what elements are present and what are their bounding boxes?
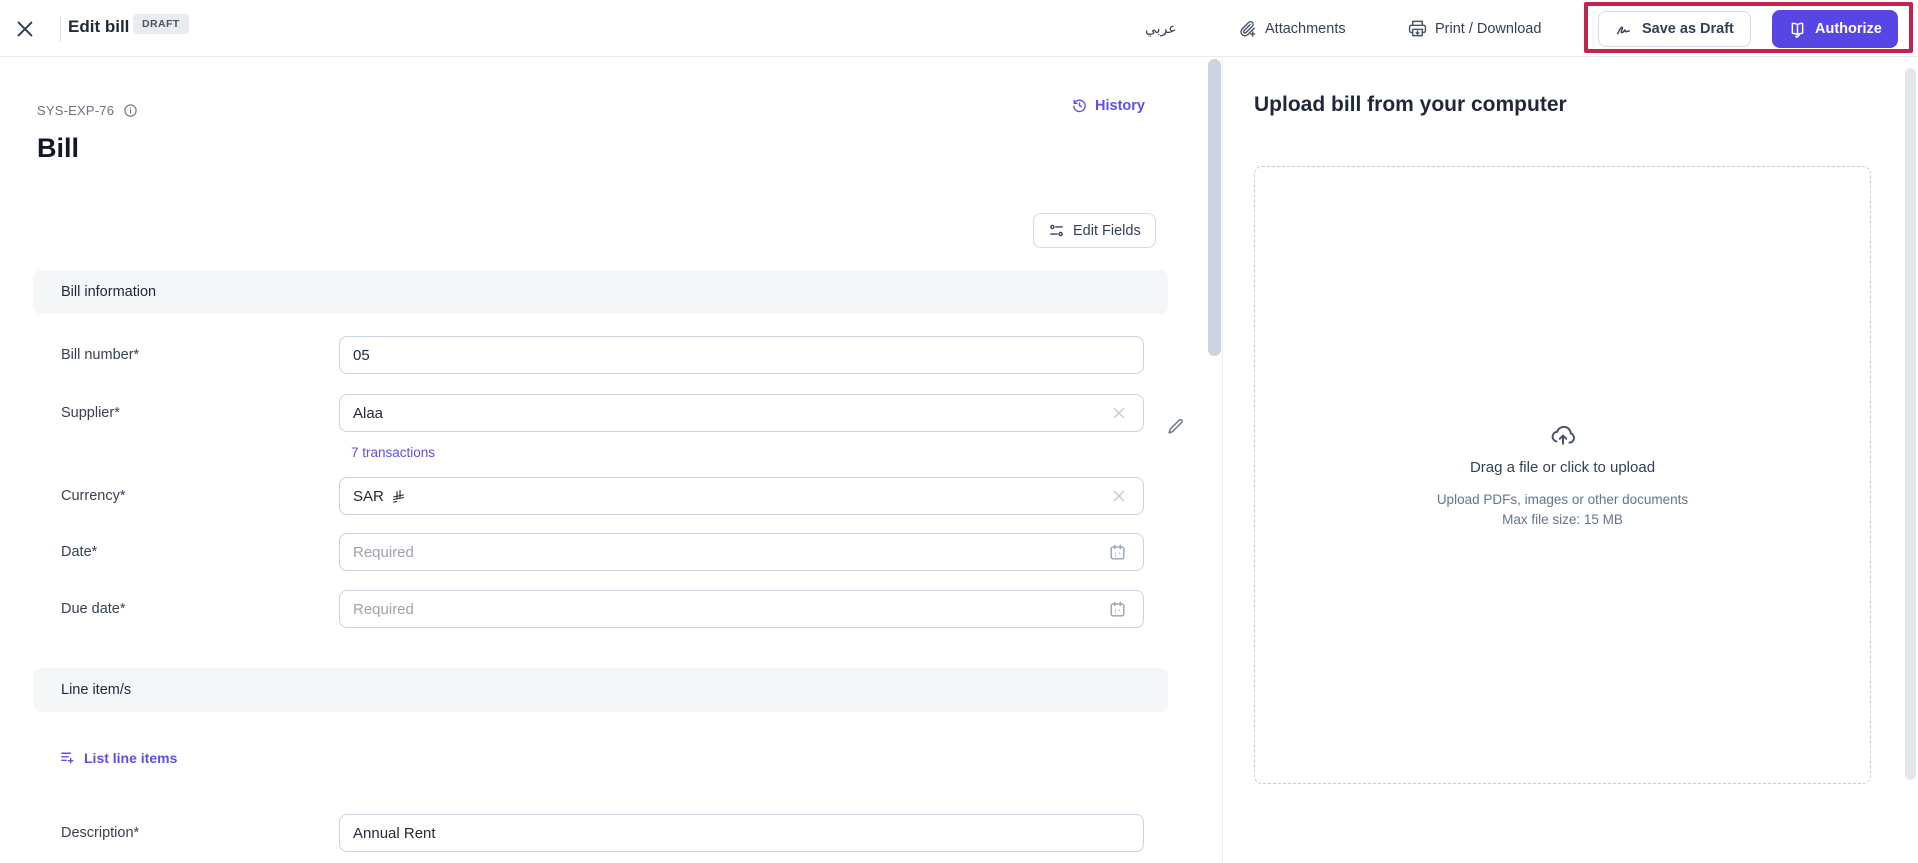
saudi-riyal-symbol-icon: [391, 489, 406, 504]
dropzone-primary-text: Drag a file or click to upload: [1469, 458, 1656, 476]
currency-label: Currency*: [61, 488, 126, 504]
history-clock-icon: [1071, 97, 1088, 114]
top-bar: Edit bill DRAFT عربي Attachments Print /…: [0, 0, 1918, 57]
supplier-transactions-link[interactable]: 7 transactions: [351, 445, 435, 460]
cloud-upload-icon: [1549, 421, 1577, 449]
bill-information-label: Bill information: [61, 284, 157, 300]
save-as-draft-button[interactable]: Save as Draft: [1598, 11, 1751, 47]
sliders-icon: [1048, 222, 1065, 239]
dropzone-hint-max-size: Max file size: 15 MB: [1502, 511, 1623, 527]
supplier-edit-button[interactable]: [1166, 417, 1185, 436]
bill-form-panel: SYS-EXP-76 History Bill Edit Fields Bill…: [0, 57, 1222, 863]
bill-title: Bill: [37, 133, 80, 163]
authorize-button[interactable]: Authorize: [1772, 10, 1898, 48]
description-label: Description*: [61, 825, 140, 841]
history-label: History: [1095, 97, 1145, 114]
date-input[interactable]: [339, 533, 1144, 571]
date-label: Date*: [61, 544, 98, 560]
currency-clear-button[interactable]: [1110, 487, 1128, 505]
line-items-label: Line item/s: [61, 682, 132, 698]
supplier-clear-button[interactable]: [1110, 404, 1128, 422]
attachments-label: Attachments: [1265, 20, 1346, 37]
dropzone-hint-documents: Upload PDFs, images or other documents: [1436, 491, 1689, 507]
currency-value: SAR: [353, 487, 384, 505]
window-scrollbar-thumb[interactable]: [1905, 68, 1916, 780]
list-line-items-label: List line items: [84, 749, 178, 766]
attachments-button[interactable]: Attachments: [1238, 0, 1346, 57]
transactions-link-label: 7 transactions: [351, 445, 436, 460]
info-icon[interactable]: [123, 103, 138, 118]
supplier-input[interactable]: [339, 394, 1144, 432]
bill-number-input[interactable]: [339, 336, 1144, 374]
due-date-calendar-button[interactable]: [1108, 600, 1127, 619]
clear-x-icon: [1110, 404, 1128, 422]
description-input[interactable]: [339, 814, 1144, 852]
header-divider: [60, 16, 61, 42]
book-check-icon: [1788, 20, 1807, 39]
page-header-title: Edit bill: [68, 17, 130, 36]
upload-panel-title: Upload bill from your computer: [1254, 93, 1567, 116]
form-scrollbar-thumb[interactable]: [1208, 59, 1221, 356]
due-date-label: Due date*: [61, 601, 126, 617]
language-toggle-label: عربي: [1145, 20, 1177, 36]
signature-icon: [1615, 20, 1634, 39]
edit-fields-label: Edit Fields: [1073, 222, 1141, 239]
edit-fields-button[interactable]: Edit Fields: [1033, 213, 1156, 248]
save-as-draft-label: Save as Draft: [1642, 21, 1734, 37]
supplier-label: Supplier*: [61, 405, 120, 421]
due-date-input[interactable]: [339, 590, 1144, 628]
print-download-button[interactable]: Print / Download: [1408, 0, 1541, 57]
pencil-icon: [1166, 417, 1185, 436]
history-button[interactable]: History: [1071, 97, 1145, 114]
document-id: SYS-EXP-76: [37, 103, 138, 118]
document-id-text: SYS-EXP-76: [37, 103, 115, 118]
paperclip-plus-icon: [1238, 19, 1257, 38]
status-badge: DRAFT: [133, 14, 189, 34]
list-plus-icon: [59, 749, 76, 766]
list-line-items-button[interactable]: List line items: [59, 749, 177, 766]
printer-download-icon: [1408, 19, 1427, 38]
calendar-icon: [1108, 543, 1127, 562]
calendar-icon: [1108, 600, 1127, 619]
date-calendar-button[interactable]: [1108, 543, 1127, 562]
bill-number-label: Bill number*: [61, 347, 140, 363]
close-button[interactable]: [14, 14, 44, 44]
upload-panel: Upload bill from your computer Drag a fi…: [1222, 57, 1918, 863]
section-header-bill-information: Bill information: [33, 270, 1168, 314]
close-icon: [14, 18, 36, 40]
edit-bill-screen: Edit bill DRAFT عربي Attachments Print /…: [0, 0, 1918, 863]
language-toggle-button[interactable]: عربي: [1145, 0, 1177, 57]
file-dropzone[interactable]: Drag a file or click to upload Upload PD…: [1254, 166, 1871, 784]
currency-input[interactable]: SAR: [339, 477, 1144, 515]
print-download-label: Print / Download: [1435, 20, 1542, 37]
section-header-line-items: Line item/s: [33, 668, 1168, 712]
authorize-label: Authorize: [1815, 21, 1882, 37]
clear-x-icon: [1110, 487, 1128, 505]
